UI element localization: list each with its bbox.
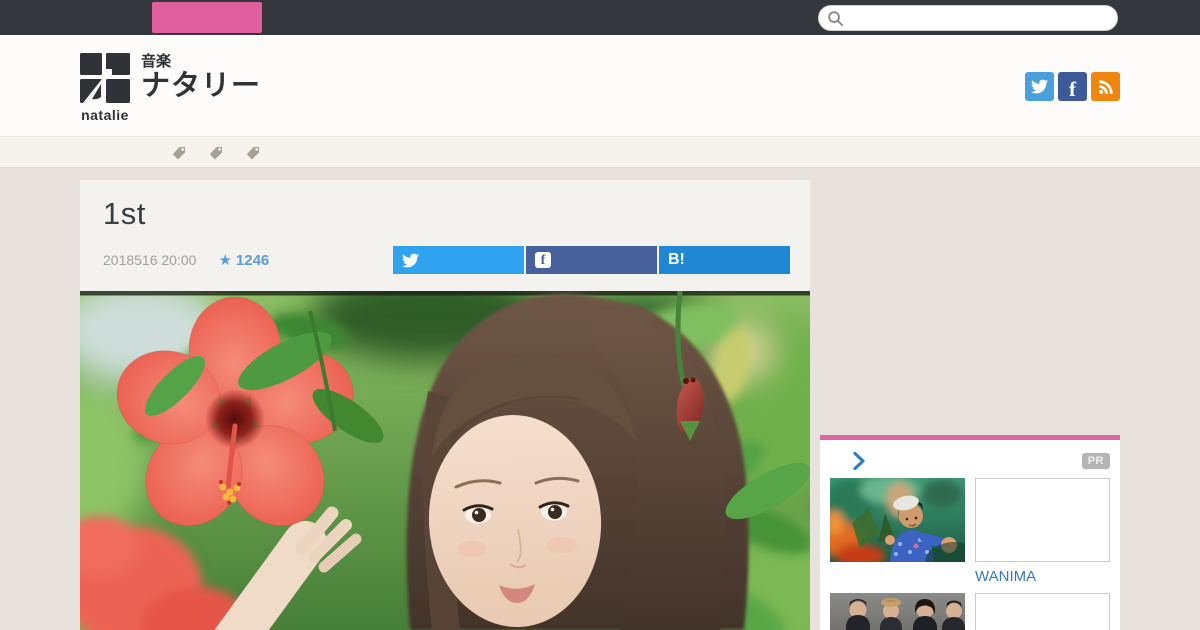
- sidebar-ad-placeholder: [975, 478, 1110, 562]
- logo-site-name: ナタリー: [141, 70, 262, 102]
- article-main-photo[interactable]: [80, 291, 810, 630]
- tag-icon[interactable]: [172, 146, 186, 160]
- logo-genre-text: 音楽: [141, 53, 172, 70]
- site-header: natalie 音楽 ナタリー f: [0, 35, 1200, 137]
- natalie-logo-mark-icon: [80, 53, 130, 103]
- sidebar-item-thumbnail[interactable]: [830, 593, 965, 630]
- sidebar-item: [830, 593, 1110, 630]
- sidebar-recommend-box: PR WANIMA: [820, 440, 1120, 630]
- top-navigation-bar: [0, 0, 1200, 35]
- chevron-right-icon[interactable]: [852, 451, 866, 471]
- star-count: 1246: [235, 251, 270, 269]
- tag-bar: [0, 137, 1200, 168]
- tag-icon[interactable]: [209, 146, 223, 160]
- pr-badge: PR: [1081, 453, 1110, 469]
- natalie-logo[interactable]: natalie 音楽 ナタリー: [80, 53, 261, 123]
- share-facebook-button[interactable]: f: [526, 246, 657, 274]
- twitter-bird-icon: [402, 253, 419, 267]
- sidebar-item-thumbnail[interactable]: [830, 478, 965, 562]
- article-date: 2018516 20:00: [103, 252, 197, 268]
- search-icon: [828, 10, 844, 26]
- share-buttons: f B!: [393, 246, 790, 274]
- twitter-icon[interactable]: [1025, 72, 1054, 101]
- star-icon: ★: [218, 252, 232, 269]
- logo-natalie-text: natalie: [81, 107, 129, 123]
- facebook-icon[interactable]: f: [1058, 72, 1087, 101]
- tag-icon[interactable]: [246, 146, 260, 160]
- pink-nav-button[interactable]: [152, 2, 262, 33]
- star-counter[interactable]: ★ 1246: [218, 251, 270, 270]
- share-hatena-button[interactable]: B!: [659, 246, 790, 274]
- article-title: 1st: [103, 196, 146, 231]
- search-box[interactable]: [818, 5, 1118, 31]
- share-twitter-button[interactable]: [393, 246, 524, 274]
- facebook-icon: f: [535, 252, 551, 268]
- sidebar-ad-placeholder: [975, 593, 1110, 630]
- search-input[interactable]: [844, 10, 1109, 26]
- rss-icon[interactable]: [1091, 72, 1120, 101]
- sidebar-item: WANIMA: [830, 478, 1110, 585]
- page: { "topbar": { "pink_button_label": "", "…: [0, 0, 1200, 630]
- sidebar: PR WANIMA: [820, 435, 1120, 630]
- article-container: 1st 2018516 20:00 ★ 1246 f B!: [80, 180, 810, 630]
- sidebar-item-label[interactable]: WANIMA: [975, 568, 1110, 585]
- header-social-links: f: [1025, 72, 1120, 101]
